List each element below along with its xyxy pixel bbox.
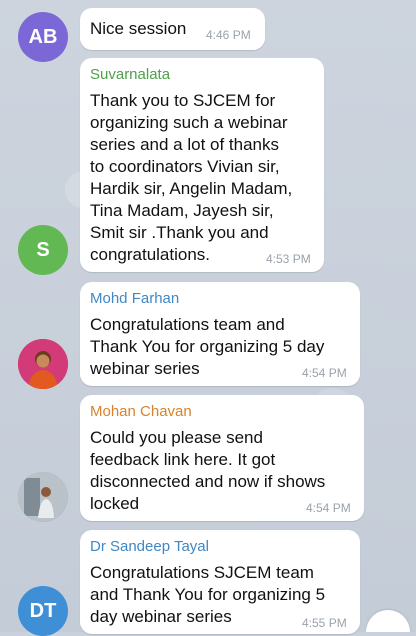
sender-name[interactable]: Suvarnalata	[90, 66, 170, 83]
message-text: Congratulations SJCEM team and Thank You…	[90, 563, 326, 626]
avatar-s[interactable]: S	[18, 225, 68, 275]
person-photo-icon	[18, 339, 68, 389]
avatar-ab[interactable]: AB	[18, 12, 68, 62]
message-time: 4:53 PM	[266, 252, 311, 266]
message-time: 4:46 PM	[206, 28, 251, 42]
person-photo-icon	[18, 472, 68, 522]
avatar-dt[interactable]: DT	[18, 586, 68, 636]
message-bubble[interactable]: Mohan Chavan Could you please send feedb…	[80, 395, 364, 521]
message-text: Congratulations team and Thank You for o…	[90, 315, 325, 378]
avatar-initials: AB	[28, 25, 58, 48]
sender-name[interactable]: Mohd Farhan	[90, 290, 179, 307]
message-bubble[interactable]: Nice session 4:46 PM	[80, 8, 265, 50]
message-time: 4:55 PM	[302, 616, 347, 630]
message-time: 4:54 PM	[306, 501, 351, 515]
sender-name[interactable]: Mohan Chavan	[90, 403, 192, 420]
message-bubble[interactable]: Mohd Farhan Congratulations team and Tha…	[80, 282, 360, 386]
message-text: Thank you to SJCEM for organizing such a…	[90, 91, 293, 264]
sender-name[interactable]: Dr Sandeep Tayal	[90, 538, 209, 555]
avatar-initials: DT	[29, 599, 57, 622]
message-text: Nice session	[90, 19, 187, 38]
avatar-mohan-chavan[interactable]	[18, 472, 68, 522]
message-text: Could you please send feedback link here…	[90, 428, 326, 513]
avatar-mohd-farhan[interactable]	[18, 339, 68, 389]
message-time: 4:54 PM	[302, 366, 347, 380]
avatar-initials: S	[36, 238, 50, 261]
message-bubble[interactable]: Suvarnalata Thank you to SJCEM for organ…	[80, 58, 324, 272]
message-bubble[interactable]: Dr Sandeep Tayal Congratulations SJCEM t…	[80, 530, 360, 634]
